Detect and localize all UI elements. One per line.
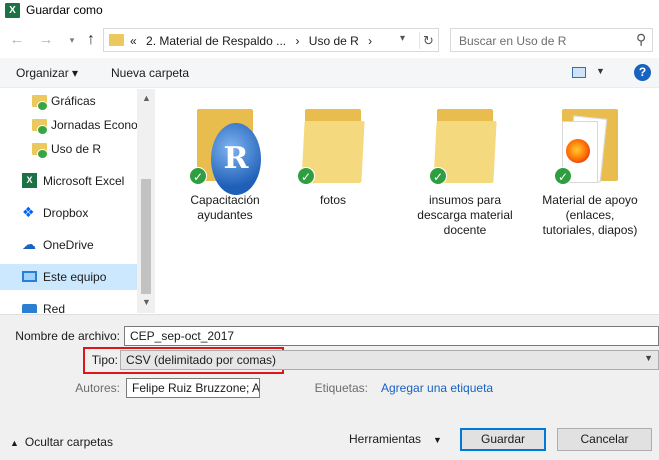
file-list: R ✓ Capacitación ayudantes ✓ fotos ✓ ins…: [155, 89, 659, 313]
firefox-icon: [566, 139, 590, 163]
sidebar-item-este-equipo[interactable]: Este equipo: [0, 264, 137, 290]
sync-check-icon: ✓: [429, 167, 447, 185]
sidebar-item-dropbox[interactable]: ❖ Dropbox: [0, 200, 137, 226]
sidebar-item-label: Gráficas: [51, 94, 96, 108]
window-title: Guardar como: [26, 3, 103, 17]
sidebar-item-onedrive[interactable]: ☁ OneDrive: [0, 232, 137, 258]
new-folder-button[interactable]: Nueva carpeta: [111, 66, 189, 80]
r-logo-icon: R: [211, 123, 261, 195]
back-arrow-icon[interactable]: ←: [8, 30, 26, 50]
computer-icon: [22, 271, 37, 282]
breadcrumb-item[interactable]: 2. Material de Respaldo ...: [146, 34, 286, 48]
sidebar-item-label: Microsoft Excel: [43, 174, 125, 188]
authors-field[interactable]: Felipe Ruiz Bruzzone; A: [126, 378, 260, 398]
save-button[interactable]: Guardar: [460, 428, 546, 451]
folder-item[interactable]: ✓ insumos para descarga material docente: [415, 101, 515, 271]
hide-folders-button[interactable]: ▲ Ocultar carpetas: [10, 432, 140, 455]
search-input[interactable]: Buscar en Uso de R ⚲: [450, 28, 653, 52]
sidebar-scrollbar[interactable]: ▲ ▼: [137, 89, 155, 313]
breadcrumb: « 2. Material de Respaldo ... › Uso de R…: [130, 34, 378, 48]
sidebar-item-label: Jornadas Econor: [51, 118, 142, 132]
navigation-bar: ← → ▾ ↑ « 2. Material de Respaldo ... › …: [0, 26, 659, 54]
folder-name: insumos para descarga material docente: [417, 193, 513, 237]
command-bar: Organizar ▾ Nueva carpeta ▼ ?: [0, 58, 659, 88]
navigation-pane: Gráficas Jornadas Econor Uso de R X Micr…: [0, 89, 155, 313]
sidebar-item-label: Uso de R: [51, 142, 102, 156]
file-type-select[interactable]: CSV (delimitado por comas) ▼: [120, 350, 659, 370]
sidebar-item-uso-de-r[interactable]: Uso de R: [0, 136, 137, 162]
type-label: Tipo:: [91, 353, 118, 367]
file-type-value: CSV (delimitado por comas): [126, 353, 277, 367]
folder-synced-icon: [32, 119, 48, 135]
add-tag-link[interactable]: Agregar una etiqueta: [381, 381, 493, 395]
network-icon: [22, 304, 37, 313]
sync-check-icon: ✓: [297, 167, 315, 185]
breadcrumb-separator[interactable]: ›: [368, 34, 372, 48]
scrollbar-thumb[interactable]: [141, 179, 151, 294]
address-bar[interactable]: « 2. Material de Respaldo ... › Uso de R…: [103, 28, 439, 52]
tags-label: Etiquetas:: [314, 381, 368, 395]
sync-check-icon: ✓: [189, 167, 207, 185]
sidebar-item-label: Dropbox: [43, 206, 89, 220]
cancel-button[interactable]: Cancelar: [557, 428, 652, 451]
search-placeholder: Buscar en Uso de R: [459, 34, 567, 48]
sidebar-item-label: Red: [43, 302, 66, 313]
view-options-icon[interactable]: [572, 67, 586, 78]
sidebar-item-jornadas[interactable]: Jornadas Econor: [0, 112, 142, 138]
dropbox-icon: ❖: [22, 204, 35, 220]
breadcrumb-separator[interactable]: ›: [295, 34, 299, 48]
chevron-down-icon[interactable]: ▾: [63, 30, 81, 50]
scroll-down-icon[interactable]: ▼: [142, 297, 151, 307]
folder-synced-icon: [32, 143, 48, 159]
chevron-down-icon[interactable]: ▼: [644, 353, 653, 363]
folder-name: fotos: [319, 193, 346, 207]
folder-name: Material de apoyo (enlaces, tutoriales, …: [542, 193, 638, 237]
tools-button[interactable]: Herramientas ▼: [349, 429, 449, 452]
search-icon[interactable]: ⚲: [636, 31, 646, 48]
breadcrumb-overflow[interactable]: «: [130, 34, 137, 48]
excel-icon: X: [5, 3, 20, 18]
authors-value: Felipe Ruiz Bruzzone; A: [132, 381, 260, 395]
filename-field[interactable]: CEP_sep-oct_2017: [124, 326, 659, 346]
organize-button[interactable]: Organizar ▾: [16, 66, 78, 80]
forward-arrow-icon[interactable]: →: [37, 30, 55, 50]
folder-name: Capacitación ayudantes: [190, 193, 260, 222]
tools-label: Herramientas: [349, 432, 422, 446]
save-form: Nombre de archivo: CEP_sep-oct_2017 Tipo…: [0, 314, 659, 460]
help-icon[interactable]: ?: [634, 64, 651, 81]
sync-check-icon: ✓: [554, 167, 572, 185]
folder-item[interactable]: ✓ fotos: [283, 101, 383, 271]
authors-label: Autores:: [75, 381, 120, 395]
up-arrow-icon[interactable]: ↑: [82, 30, 100, 50]
onedrive-icon: ☁: [22, 236, 36, 252]
sidebar-item-microsoft-excel[interactable]: X Microsoft Excel: [0, 168, 137, 194]
filename-label: Nombre de archivo:: [15, 329, 120, 343]
sidebar-item-label: OneDrive: [43, 238, 94, 252]
hide-folders-label: Ocultar carpetas: [24, 435, 113, 449]
folder-synced-icon: [32, 95, 48, 111]
folder-item[interactable]: R ✓ Capacitación ayudantes: [175, 101, 275, 271]
address-dropdown-icon[interactable]: ▾: [400, 33, 405, 44]
filename-value: CEP_sep-oct_2017: [130, 329, 235, 343]
breadcrumb-item[interactable]: Uso de R: [309, 34, 359, 48]
sidebar-item-graficas[interactable]: Gráficas: [0, 89, 137, 114]
folder-item[interactable]: ✓ Material de apoyo (enlaces, tutoriales…: [540, 101, 640, 271]
sidebar-item-label: Este equipo: [43, 270, 107, 284]
folder-icon: [109, 34, 124, 46]
chevron-up-icon: ▲: [10, 438, 19, 448]
scroll-up-icon[interactable]: ▲: [142, 93, 151, 103]
sidebar-item-red[interactable]: Red: [0, 296, 137, 313]
title-bar: X Guardar como: [0, 0, 659, 22]
refresh-icon[interactable]: ↻: [419, 32, 437, 49]
chevron-down-icon: ▼: [433, 435, 442, 445]
excel-icon: X: [22, 173, 37, 188]
view-dropdown-icon[interactable]: ▼: [596, 66, 605, 76]
